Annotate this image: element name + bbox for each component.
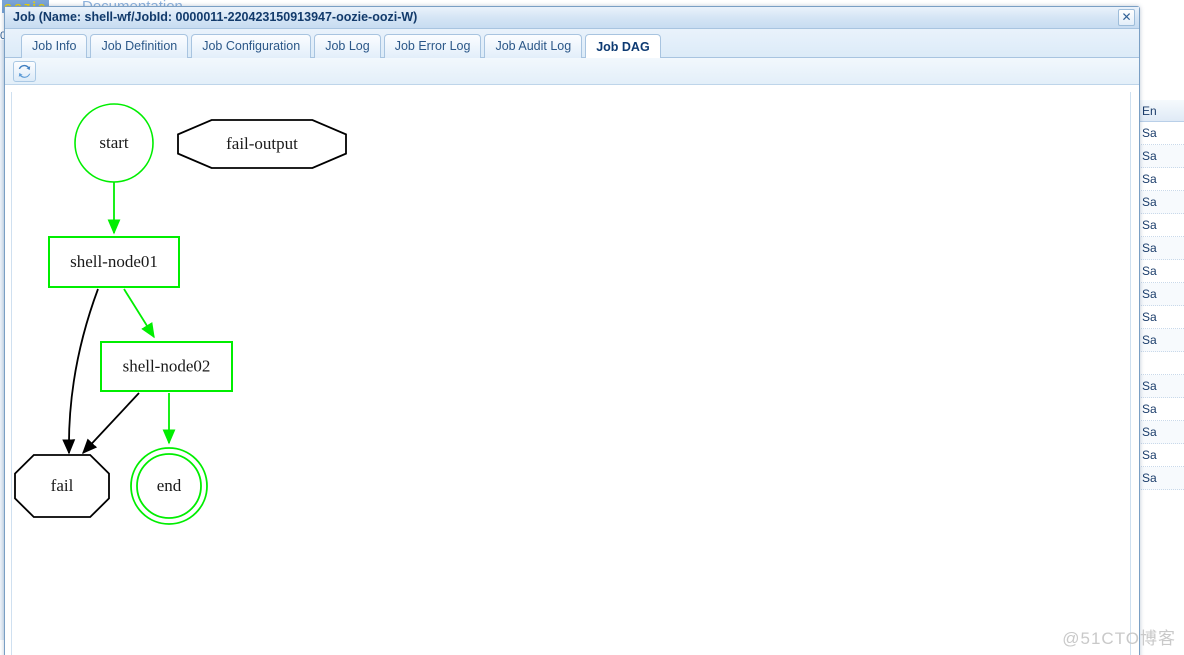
table-cell-end-time xyxy=(1142,352,1184,374)
table-cell-end-time: Sa xyxy=(1142,287,1157,301)
tab-job-audit-log[interactable]: Job Audit Log xyxy=(484,34,583,58)
table-cell-end-time: Sa xyxy=(1142,264,1157,278)
tab-job-definition[interactable]: Job Definition xyxy=(90,34,189,58)
job-dialog: Job (Name: shell-wf/JobId: 0000011-22042… xyxy=(4,6,1140,655)
dag-node-shell-node02[interactable]: shell-node02 xyxy=(100,341,233,392)
dag-node-label: fail xyxy=(51,476,74,495)
table-cell-end-time: Sa xyxy=(1142,425,1157,439)
dag-edge-shell-node01-to-fail xyxy=(62,288,99,455)
dag-node-label: start xyxy=(99,133,129,152)
table-cell-end-time: Sa xyxy=(1142,195,1157,209)
tab-job-configuration[interactable]: Job Configuration xyxy=(191,34,312,58)
table-cell-end-time: Sa xyxy=(1142,333,1157,347)
dag-node-fail-output[interactable]: fail-output xyxy=(177,119,347,169)
refresh-button[interactable] xyxy=(13,61,36,82)
refresh-icon xyxy=(18,64,31,78)
dag-node-label: fail-output xyxy=(226,134,298,153)
dag-node-label: shell-node01 xyxy=(70,252,158,271)
tab-job-info[interactable]: Job Info xyxy=(21,34,88,58)
dag-graph: start fail-output shell-node01 shell-node02… xyxy=(14,103,347,525)
dialog-title: Job (Name: shell-wf/JobId: 0000011-22042… xyxy=(13,10,418,24)
table-cell-end-time: Sa xyxy=(1142,379,1157,393)
table-cell-end-time: Sa xyxy=(1142,402,1157,416)
table-cell-end-time: Sa xyxy=(1142,448,1157,462)
tab-bar: Job Info Job Definition Job Configuration J… xyxy=(5,29,1139,59)
tab-job-dag[interactable]: Job DAG xyxy=(585,34,661,59)
tab-job-error-log[interactable]: Job Error Log xyxy=(383,34,482,58)
dag-edge-shell-node01-to-shell-node02 xyxy=(123,288,155,339)
dag-nodes: start fail-output shell-node01 shell-node02… xyxy=(14,103,347,525)
dialog-titlebar: Job (Name: shell-wf/JobId: 0000011-22042… xyxy=(5,7,1139,29)
dag-toolbar xyxy=(5,58,1139,85)
table-cell-end-time: Sa xyxy=(1142,471,1157,485)
tab-job-log[interactable]: Job Log xyxy=(314,34,381,58)
table-cell-end-time: Sa xyxy=(1142,172,1157,186)
screen: oozie Documentation Oozie Web Console 0 … xyxy=(0,0,1184,655)
close-icon[interactable]: ✕ xyxy=(1118,9,1135,26)
job-dag-canvas[interactable]: start fail-output shell-node01 shell-node02… xyxy=(11,92,1131,655)
dag-node-label: shell-node02 xyxy=(123,356,211,375)
table-cell-end-time: Sa xyxy=(1142,126,1157,140)
dag-node-start[interactable]: start xyxy=(74,103,154,183)
dag-node-shell-node01[interactable]: shell-node01 xyxy=(48,236,180,288)
dag-node-end[interactable]: end xyxy=(130,447,208,525)
table-cell-end-time: Sa xyxy=(1142,310,1157,324)
dag-edges xyxy=(62,182,176,455)
watermark: @51CTO博客 xyxy=(1062,629,1176,648)
dag-node-label: end xyxy=(157,476,182,495)
dag-node-fail[interactable]: fail xyxy=(14,454,110,518)
table-cell-end-time: Sa xyxy=(1142,241,1157,255)
table-cell-end-time: Sa xyxy=(1142,218,1157,232)
table-cell-end-time: Sa xyxy=(1142,149,1157,163)
dag-edge-shell-node02-to-fail xyxy=(82,392,140,455)
